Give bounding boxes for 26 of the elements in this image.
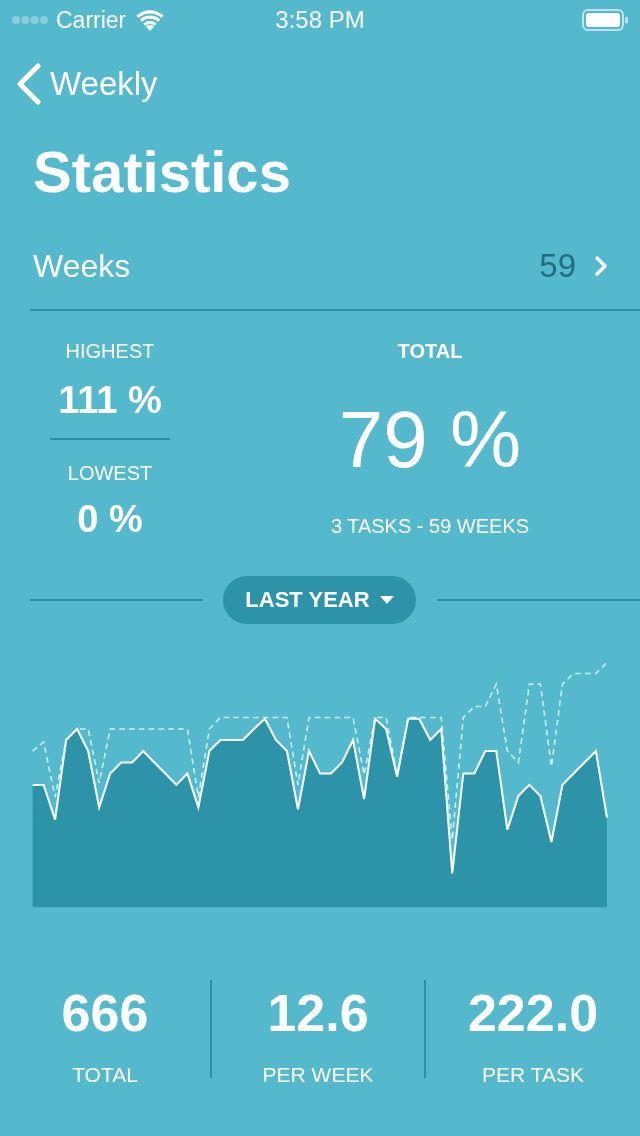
stat-label: PER WEEK bbox=[262, 1062, 374, 1088]
total-label: TOTAL bbox=[397, 339, 463, 363]
chevron-right-icon[interactable] bbox=[594, 254, 608, 277]
wifi-icon bbox=[136, 9, 165, 31]
stat-label: PER TASK bbox=[482, 1062, 584, 1088]
highest-value: 111 % bbox=[58, 378, 162, 423]
signal-icon bbox=[12, 16, 48, 24]
total-detail: 3 TASKS - 59 WEEKS bbox=[330, 514, 530, 538]
lowest-value: 0 % bbox=[77, 497, 143, 542]
page-title: Statistics bbox=[33, 140, 291, 204]
total-percentage: 79 % bbox=[338, 394, 522, 486]
carrier-name: Carrier bbox=[56, 6, 127, 34]
stat-value: 222.0 bbox=[467, 985, 599, 1041]
battery-icon bbox=[582, 9, 628, 31]
clock-time: 3:58 PM bbox=[275, 6, 365, 34]
lowest-label: LOWEST bbox=[67, 461, 153, 485]
weeks-label[interactable]: Weeks bbox=[33, 245, 131, 286]
highest-label: HIGHEST bbox=[65, 339, 155, 363]
stat-value: 12.6 bbox=[267, 985, 369, 1041]
period-dropdown[interactable]: LAST YEAR bbox=[223, 576, 416, 624]
stat-label: TOTAL bbox=[72, 1062, 138, 1088]
back-icon bbox=[16, 63, 42, 105]
caret-icon bbox=[379, 596, 394, 604]
back-button[interactable]: Weekly bbox=[16, 63, 158, 105]
weeks-count[interactable]: 59 bbox=[539, 245, 576, 286]
stat-value: 666 bbox=[61, 985, 149, 1041]
